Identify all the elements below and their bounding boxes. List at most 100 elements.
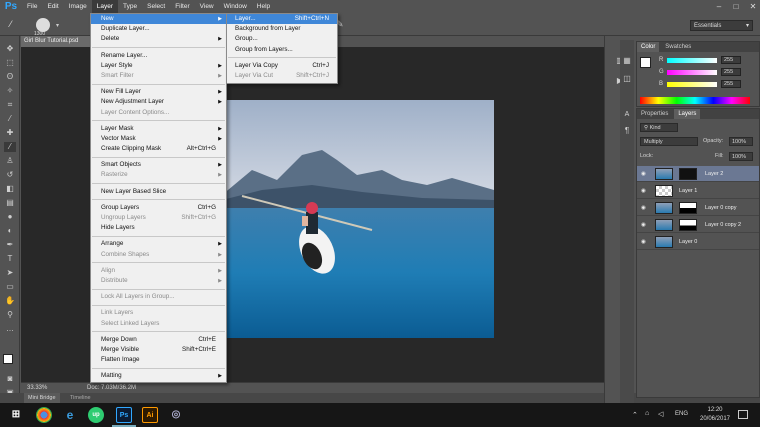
move-tool-icon[interactable]: ✥	[4, 44, 16, 54]
history-brush-tool-icon[interactable]: ↺	[4, 170, 16, 180]
upwork-icon[interactable]: up	[88, 407, 104, 423]
lasso-tool-icon[interactable]: ʘ	[4, 72, 16, 82]
photoshop-taskbar-icon[interactable]: Ps	[116, 407, 132, 423]
notifications-icon[interactable]	[738, 410, 748, 419]
maximize-icon[interactable]: □	[729, 0, 743, 14]
menu-window[interactable]: Window	[219, 0, 252, 14]
brush-preset-icon[interactable]	[36, 18, 50, 32]
eye-icon[interactable]: ◉	[641, 234, 646, 250]
quick-select-tool-icon[interactable]: ✧	[4, 86, 16, 96]
menu-item-rename-layer[interactable]: Rename Layer...	[91, 51, 226, 61]
blur-tool-icon[interactable]: ●	[4, 212, 16, 222]
menu-item-layer-via-copy[interactable]: Layer Via Copy Ctrl+J	[227, 61, 337, 71]
crop-tool-icon[interactable]: ⌗	[4, 100, 16, 110]
minimize-icon[interactable]: –	[712, 0, 726, 14]
brush-tool-icon[interactable]: ⁄	[4, 142, 16, 152]
tab-color[interactable]: Color	[637, 42, 660, 52]
blend-mode-select[interactable]: Multiply	[640, 137, 698, 146]
eye-icon[interactable]: ◉	[641, 217, 646, 233]
menu-item-group-from-layers[interactable]: Group from Layers...	[227, 45, 337, 55]
menu-help[interactable]: Help	[252, 0, 275, 14]
workspace-select[interactable]: Essentials ▾	[690, 20, 753, 31]
menu-item-layer[interactable]: Layer... Shift+Ctrl+N	[227, 14, 337, 25]
opacity-input[interactable]: 100%	[729, 137, 753, 146]
menu-view[interactable]: View	[195, 0, 219, 14]
menu-item-vector-mask[interactable]: Vector Mask ▶	[91, 134, 226, 144]
eye-icon[interactable]: ◉	[641, 183, 646, 199]
close-icon[interactable]: ✕	[746, 0, 760, 14]
layer-filter-select[interactable]: ⚲ Kind	[640, 123, 678, 132]
gradient-tool-icon[interactable]: ▤	[4, 198, 16, 208]
adjust-icon[interactable]: ▦	[621, 56, 633, 66]
green-slider[interactable]	[667, 70, 717, 75]
menu-item-arrange[interactable]: Arrange ▶	[91, 239, 226, 249]
menu-edit[interactable]: Edit	[42, 0, 63, 14]
menu-item-smart-objects[interactable]: Smart Objects ▶	[91, 160, 226, 170]
volume-icon[interactable]: ◁	[658, 410, 663, 418]
network-icon[interactable]: ⌂	[645, 410, 649, 417]
eyedropper-tool-icon[interactable]: ⁄	[4, 114, 16, 124]
menu-item-layer-style[interactable]: Layer Style ▶	[91, 61, 226, 71]
eraser-tool-icon[interactable]: ◧	[4, 184, 16, 194]
layer-row[interactable]: ◉ Layer 0	[637, 234, 759, 250]
illustrator-taskbar-icon[interactable]: Ai	[142, 407, 158, 423]
document-tab[interactable]: Girl Blur Tutorial.psd	[21, 36, 91, 47]
menu-select[interactable]: Select	[142, 0, 170, 14]
menu-item-hide-layers[interactable]: Hide Layers	[91, 223, 226, 233]
type-tool-icon[interactable]: T	[4, 254, 16, 264]
menu-filter[interactable]: Filter	[170, 0, 194, 14]
tab-layers[interactable]: Layers	[674, 109, 701, 119]
menu-item-group[interactable]: Group...	[227, 34, 337, 44]
red-slider[interactable]	[667, 58, 717, 63]
pen-tool-icon[interactable]: ✒	[4, 240, 16, 250]
menu-item-create-clipping-mask[interactable]: Create Clipping Mask Alt+Ctrl+G	[91, 144, 226, 154]
paragraph-icon[interactable]: ¶	[621, 126, 633, 136]
tab-timeline[interactable]: Timeline	[66, 393, 95, 403]
menu-item-duplicate-layer[interactable]: Duplicate Layer...	[91, 24, 226, 34]
red-value[interactable]: 255	[721, 56, 741, 64]
tray-chevron-up-icon[interactable]: ⌃	[632, 411, 638, 419]
hand-tool-icon[interactable]: ✋	[4, 296, 16, 306]
foreground-color-swatch[interactable]	[3, 354, 13, 364]
eye-icon[interactable]: ◉	[641, 200, 646, 216]
green-value[interactable]: 255	[721, 68, 741, 76]
clone-stamp-tool-icon[interactable]: ♙	[4, 156, 16, 166]
character-icon[interactable]: A	[621, 110, 633, 120]
brush-tool-icon[interactable]: ⁄	[10, 19, 22, 31]
menu-item-matting[interactable]: Matting ▶	[91, 371, 226, 381]
clock-date[interactable]: 20/06/2017	[696, 416, 734, 422]
menu-item-new-layer-based-slice[interactable]: New Layer Based Slice	[91, 187, 226, 197]
menu-item-merge-visible[interactable]: Merge Visible Shift+Ctrl+E	[91, 345, 226, 355]
more-tools-icon[interactable]: …	[4, 324, 16, 334]
color-spectrum-bar[interactable]	[640, 97, 750, 104]
menu-item-delete[interactable]: Delete ▶	[91, 34, 226, 44]
layer-row[interactable]: ◉ Layer 0 copy	[637, 200, 759, 216]
dodge-tool-icon[interactable]: ◐	[4, 226, 16, 236]
blue-value[interactable]: 255	[721, 80, 741, 88]
tab-properties[interactable]: Properties	[637, 109, 672, 119]
healing-tool-icon[interactable]: ✚	[4, 128, 16, 138]
color-foreground-swatch[interactable]	[640, 57, 651, 68]
menu-file[interactable]: File	[22, 0, 42, 14]
steam-icon[interactable]: ◎	[168, 407, 184, 423]
tab-mini-bridge[interactable]: Mini Bridge	[24, 393, 60, 403]
menu-item-layer-mask[interactable]: Layer Mask ▶	[91, 124, 226, 134]
layer-row[interactable]: ◉ Layer 2	[637, 166, 759, 182]
layer-row[interactable]: ◉ Layer 0 copy 2	[637, 217, 759, 233]
marquee-tool-icon[interactable]: ⬚	[4, 58, 16, 68]
chrome-icon[interactable]	[36, 407, 52, 423]
menu-image[interactable]: Image	[64, 0, 92, 14]
zoom-tool-icon[interactable]: ⚲	[4, 310, 16, 320]
edge-icon[interactable]: e	[62, 407, 78, 423]
menu-item-flatten-image[interactable]: Flatten Image	[91, 355, 226, 365]
brush-menu-chevron-icon[interactable]: ▾	[56, 22, 64, 30]
clock-time[interactable]: 12:20	[700, 407, 730, 413]
fill-input[interactable]: 100%	[729, 152, 753, 161]
eye-icon[interactable]: ◉	[641, 166, 646, 182]
info-icon[interactable]: ◫	[621, 74, 633, 84]
menu-item-new[interactable]: New ▶	[91, 14, 226, 25]
document-image[interactable]	[222, 100, 494, 338]
menu-item-group-layers[interactable]: Group Layers Ctrl+G	[91, 203, 226, 213]
blue-slider[interactable]	[667, 82, 717, 87]
tab-swatches[interactable]: Swatches	[661, 42, 695, 52]
